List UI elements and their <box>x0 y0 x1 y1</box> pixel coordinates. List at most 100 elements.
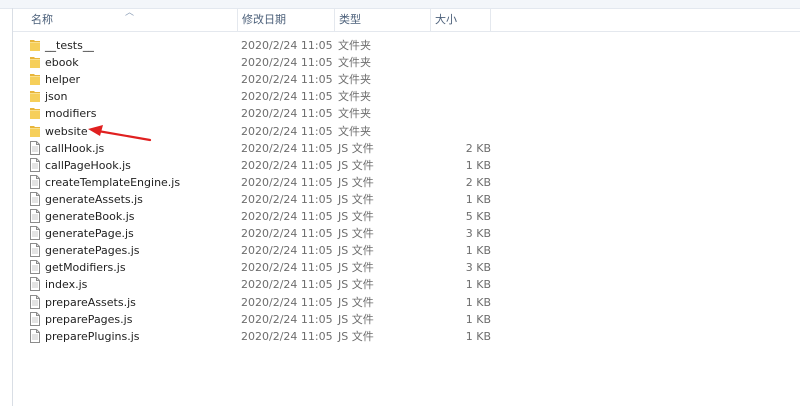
file-name: website <box>45 124 88 138</box>
file-name: ebook <box>45 56 79 70</box>
folder-row[interactable]: json 2020/2/24 11:05 文件夹 <box>13 88 800 105</box>
file-size: 3 KB <box>465 261 491 275</box>
file-date: 2020/2/24 11:05 <box>241 295 333 309</box>
folder-row[interactable]: ebook 2020/2/24 11:05 文件夹 <box>13 54 800 71</box>
file-name: prepareAssets.js <box>45 295 136 309</box>
folder-row[interactable]: modifiers 2020/2/24 11:05 文件夹 <box>13 105 800 122</box>
file-name: index.js <box>45 278 88 292</box>
file-date: 2020/2/24 11:05 <box>241 73 333 87</box>
file-size: 3 KB <box>465 227 491 241</box>
file-name: generateBook.js <box>45 210 135 223</box>
file-row[interactable]: createTemplateEngine.js 2020/2/24 11:05 JS… <box>13 174 800 191</box>
js-file-icon <box>29 209 41 223</box>
file-type: JS 文件 <box>338 329 374 343</box>
file-name: helper <box>45 73 81 87</box>
file-name: modifiers <box>45 107 97 121</box>
js-file-icon <box>29 243 41 258</box>
js-file-icon <box>29 174 41 189</box>
file-size: 1 KB <box>465 192 491 206</box>
js-file-icon <box>29 157 41 172</box>
file-name: json <box>45 90 68 104</box>
js-file-icon <box>29 277 41 292</box>
file-date: 2020/2/24 11:05 <box>241 329 333 343</box>
file-row[interactable]: index.js 2020/2/24 11:05 JS 文件 1 KB <box>13 276 800 293</box>
file-date: 2020/2/24 11:05 <box>241 210 333 223</box>
file-name: preparePages.js <box>45 312 133 326</box>
file-date: 2020/2/24 11:05 <box>241 261 333 275</box>
file-row[interactable]: getModifiers.js 2020/2/24 11:05 JS 文件 3 KB <box>13 259 800 276</box>
js-file-icon <box>29 311 41 326</box>
file-size: 1 KB <box>465 295 491 309</box>
column-header-name[interactable]: 名称 <box>27 9 237 31</box>
file-type: JS 文件 <box>338 227 374 241</box>
column-header-size[interactable]: 大小 <box>430 9 490 31</box>
file-date: 2020/2/24 11:05 <box>241 227 333 241</box>
js-file-icon <box>29 140 41 155</box>
file-date: 2020/2/24 11:05 <box>241 90 333 104</box>
column-header-bar: ︿ 名称 修改日期 类型 大小 <box>13 9 800 32</box>
file-row[interactable]: generatePages.js 2020/2/24 11:05 JS 文件 1 KB <box>13 242 800 259</box>
file-type: JS 文件 <box>338 295 374 309</box>
file-type: JS 文件 <box>338 210 374 223</box>
file-size: 1 KB <box>465 329 491 343</box>
file-date: 2020/2/24 11:05 <box>241 312 333 326</box>
file-row[interactable]: generateBook.js 2020/2/24 11:05 JS 文件 5 KB <box>13 208 800 225</box>
file-row[interactable]: preparePages.js 2020/2/24 11:05 JS 文件 1 KB <box>13 311 800 328</box>
column-header-type[interactable]: 类型 <box>334 9 430 31</box>
column-header-date[interactable]: 修改日期 <box>237 9 334 31</box>
js-file-icon <box>29 260 41 275</box>
file-date: 2020/2/24 11:05 <box>241 278 333 292</box>
file-name: preparePlugins.js <box>45 329 140 343</box>
file-type: 文件夹 <box>338 124 371 138</box>
file-size: 2 KB <box>465 141 491 155</box>
file-size: 1 KB <box>465 158 491 172</box>
toolbar-strip: ·· ····· <box>0 0 800 9</box>
file-row[interactable]: prepareAssets.js 2020/2/24 11:05 JS 文件 1 KB <box>13 294 800 311</box>
folder-row[interactable]: __tests__ 2020/2/24 11:05 文件夹 <box>13 37 800 54</box>
file-name: generatePage.js <box>45 227 134 241</box>
file-date: 2020/2/24 11:05 <box>241 124 333 138</box>
file-type: JS 文件 <box>338 278 374 292</box>
file-type: JS 文件 <box>338 158 374 172</box>
file-date: 2020/2/24 11:05 <box>241 175 333 189</box>
file-size: 1 KB <box>465 244 491 258</box>
toolbar-fragment: ····· <box>94 0 111 6</box>
file-name: generateAssets.js <box>45 192 143 206</box>
file-type: JS 文件 <box>338 175 374 189</box>
file-type: 文件夹 <box>338 39 371 52</box>
file-size: 5 KB <box>465 210 491 223</box>
folder-icon <box>29 124 41 138</box>
file-type: JS 文件 <box>338 141 374 155</box>
file-size: 1 KB <box>465 278 491 292</box>
file-name: callPageHook.js <box>45 158 131 172</box>
js-file-icon <box>29 191 41 206</box>
file-name: createTemplateEngine.js <box>45 175 181 189</box>
file-type: JS 文件 <box>338 192 374 206</box>
file-name: __tests__ <box>45 39 94 52</box>
folder-icon <box>29 55 41 69</box>
red-arrow-annotation <box>88 125 152 142</box>
file-name: generatePages.js <box>45 244 140 258</box>
file-date: 2020/2/24 11:05 <box>241 107 333 121</box>
file-row[interactable]: generateAssets.js 2020/2/24 11:05 JS 文件 1 K… <box>13 191 800 208</box>
folder-icon <box>29 38 41 52</box>
file-name: getModifiers.js <box>45 261 126 275</box>
file-row[interactable]: generatePage.js 2020/2/24 11:05 JS 文件 3 KB <box>13 225 800 242</box>
file-row[interactable]: preparePlugins.js 2020/2/24 11:05 JS 文件 1 K… <box>13 328 800 345</box>
file-type: JS 文件 <box>338 244 374 258</box>
file-row[interactable]: callPageHook.js 2020/2/24 11:05 JS 文件 1 KB <box>13 157 800 174</box>
file-type: 文件夹 <box>338 90 371 104</box>
file-date: 2020/2/24 11:05 <box>241 158 333 172</box>
js-file-icon <box>29 328 41 343</box>
file-type: JS 文件 <box>338 261 374 275</box>
folder-icon <box>29 106 41 120</box>
file-date: 2020/2/24 11:05 <box>241 39 333 52</box>
file-size: 2 KB <box>465 175 491 189</box>
file-type: JS 文件 <box>338 312 374 326</box>
file-date: 2020/2/24 11:05 <box>241 56 333 70</box>
file-type: 文件夹 <box>338 107 371 121</box>
folder-row[interactable]: helper 2020/2/24 11:05 文件夹 <box>13 71 800 88</box>
js-file-icon <box>29 226 41 241</box>
file-date: 2020/2/24 11:05 <box>241 141 333 155</box>
file-size: 1 KB <box>465 312 491 326</box>
